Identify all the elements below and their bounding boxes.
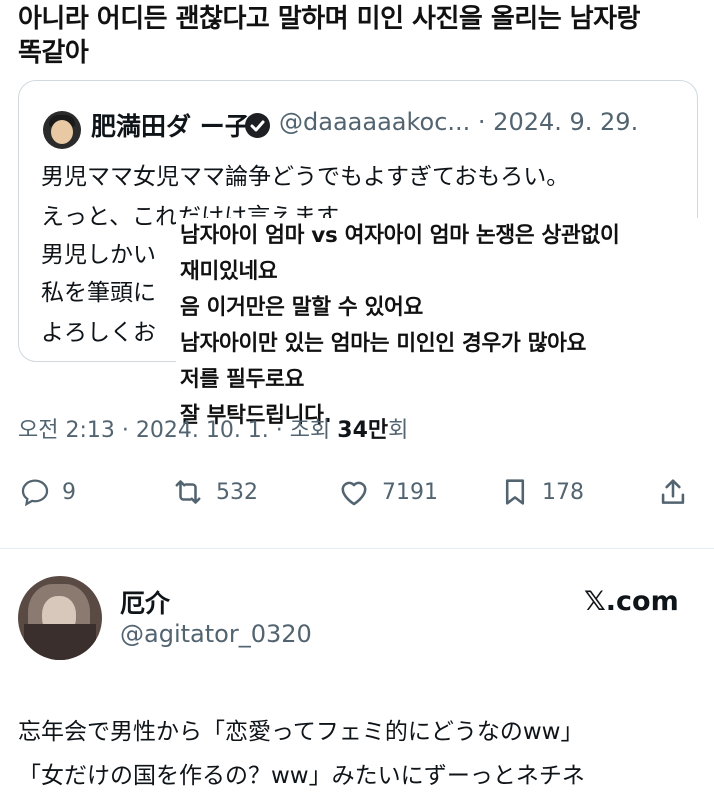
- divider: [0, 548, 714, 549]
- reply-count: 9: [62, 479, 76, 505]
- retweet-button[interactable]: 532: [170, 470, 258, 514]
- quoted-author-name[interactable]: 肥満田ダ ー子: [91, 107, 250, 143]
- caption: 아니라 어디든 괜찮다고 말하며 미인 사진을 올리는 남자랑 똑같아: [18, 2, 708, 70]
- timestamp: 오전 2:13 · 2024. 10. 1. · 조회: [18, 418, 338, 443]
- tweet-timestamp-views: 오전 2:13 · 2024. 10. 1. · 조회 34만회: [18, 412, 408, 444]
- bookmark-button[interactable]: 178: [498, 470, 584, 514]
- second-author-avatar[interactable]: [18, 576, 102, 660]
- quoted-author-avatar[interactable]: [43, 111, 81, 149]
- like-button[interactable]: 7191: [336, 470, 438, 514]
- quoted-text-line: よろしくお: [41, 320, 156, 346]
- quoted-handle-date: @daaaaaakoc... · 2024. 9. 29.: [279, 108, 639, 136]
- caption-line-2: 똑같아: [18, 38, 89, 68]
- bookmark-icon: [505, 479, 525, 505]
- bookmark-count: 178: [542, 479, 584, 505]
- retweet-arrows-icon: [175, 480, 201, 504]
- x-com-source-label: 𝕏.com: [584, 586, 679, 617]
- heart-outline-icon: [341, 481, 367, 506]
- translation-line: 저를 필두로요: [180, 367, 305, 392]
- like-count: 7191: [382, 479, 438, 505]
- translation-overlay: 남자아이 엄마 vs 여자아이 엄마 논쟁은 상관없이 재미있네요 음 이거만은…: [176, 218, 714, 434]
- retweet-count: 532: [216, 479, 258, 505]
- verified-badge-icon: [245, 113, 270, 138]
- second-author-handle[interactable]: @agitator_0320: [120, 620, 312, 648]
- quoted-text-line: 私を筆頭に: [41, 280, 156, 306]
- reply-button[interactable]: 9: [18, 470, 76, 514]
- share-button[interactable]: [656, 470, 690, 514]
- tweet-action-bar: 9 532 7191 178: [0, 470, 714, 520]
- quoted-text-line: 男児ママ女児ママ論争どうでもよすぎておもろい。: [41, 164, 570, 190]
- second-tweet-text-line: 「女だけの国を作るの？ww」みたいにずーっとネチネ: [18, 763, 585, 789]
- translation-line: 남자아이 엄마 vs 여자아이 엄마 논쟁은 상관없이: [180, 223, 620, 248]
- view-suffix: 회: [388, 418, 409, 443]
- translation-line: 남자아이만 있는 엄마는 미인인 경우가 많아요: [180, 331, 587, 356]
- speech-bubble-icon: [21, 479, 49, 507]
- translation-line: 음 이거만은 말할 수 있어요: [180, 295, 424, 320]
- second-author-name[interactable]: 厄介: [120, 584, 170, 620]
- translation-line: 재미있네요: [180, 259, 278, 284]
- view-count: 34만: [337, 418, 389, 443]
- caption-line-1: 아니라 어디든 괜찮다고 말하며 미인 사진을 올리는 남자랑: [18, 4, 640, 34]
- share-upload-icon: [661, 479, 685, 504]
- quoted-text-line: 男児しかい: [41, 242, 156, 268]
- second-tweet-text-line: 忘年会で男性から「恋愛ってフェミ的にどうなのww」: [18, 719, 584, 745]
